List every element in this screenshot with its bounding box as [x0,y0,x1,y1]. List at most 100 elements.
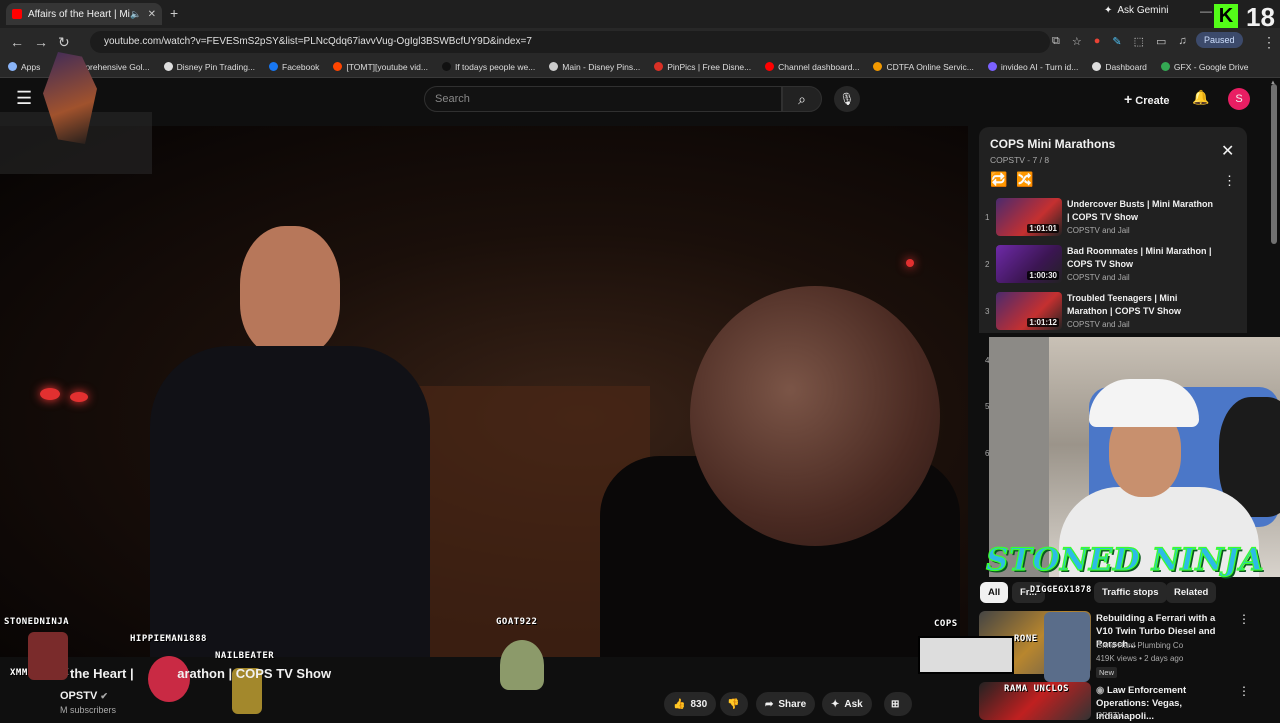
recommendation-views: 419K views • 2 days ago [1096,654,1184,663]
address-toolbar: ← → ↻ youtube.com/watch?v=FEVESmS2pSY&li… [0,28,1280,56]
ask-button[interactable]: ✦ Ask [822,692,872,716]
bookmark-favicon-icon [765,62,775,71]
ask-gemini-label: Ask Gemini [1117,5,1169,16]
reload-icon[interactable]: ↻ [58,34,70,51]
browser-tab[interactable]: Affairs of the Heart | Mini Marathon 🔈 ✕ [6,3,162,25]
hamburger-menu-icon[interactable]: ☰ [16,88,32,109]
thumbs-up-icon: 👍 [673,698,686,710]
playlist-item-title[interactable]: Bad Roommates | Mini Marathon | COPS TV … [1067,245,1217,271]
bookmark-item[interactable]: GFX - Google Drive [1160,61,1249,72]
bookmark-item[interactable]: Dashboard [1092,62,1147,72]
minimize-icon[interactable]: — [1200,4,1212,18]
youtube-masthead: ☰ Search ⌕ 🎙 + Create 🔔 S [0,78,1280,122]
bookmark-item[interactable]: Apps [8,62,40,72]
bookmark-item[interactable]: CDTFA Online Servic... [873,62,974,72]
bookmark-item[interactable]: invideo AI - Turn id... [987,62,1078,72]
bookmark-label: Main - Disney Pins... [562,61,641,72]
streamer-webcam [989,337,1280,577]
back-arrow-icon[interactable]: ← [10,34,24,50]
video-street-light [906,259,914,267]
bookmark-favicon-icon [987,62,997,71]
playlist-item[interactable]: 3 1:01:12 Troubled Teenagers | Mini Mara… [979,290,1247,333]
bookmark-item[interactable]: PinPics | Free Disne... [654,62,751,72]
extension-pen-icon[interactable]: ✎ [1112,35,1121,48]
playlist-item-channel: COPSTV and Jail [1067,320,1130,329]
ask-gemini-button[interactable]: ✦ Ask Gemini [1104,5,1169,16]
video-officer-head [240,226,340,356]
address-bar-url[interactable]: youtube.com/watch?v=FEVESmS2pSY&list=PLN… [90,31,1050,53]
recommendation-channel[interactable]: OPSTV [1096,711,1123,720]
extension-red-icon[interactable]: ● [1094,35,1101,48]
more-options-icon[interactable]: ⋮ [1223,173,1236,189]
playlist-panel: COPS Mini Marathons COPSTV - 7 / 8 ✕ 🔁 🔀… [979,127,1247,333]
overlay-username: RONE [1014,634,1038,644]
playlist-item-thumbnail[interactable]: 1:00:30 [996,245,1062,283]
playlist-item-thumbnail[interactable]: 1:01:01 [996,198,1062,236]
playlist-item-title[interactable]: Undercover Busts | Mini Marathon | COPS … [1067,198,1217,224]
playlist-title[interactable]: COPS Mini Marathons [990,137,1115,151]
browser-menu-icon[interactable]: ⋮ [1262,34,1276,51]
more-options-icon[interactable]: ⋮ [1238,612,1250,626]
save-button[interactable]: ⊞ [884,692,912,716]
bookmark-item[interactable]: Disney Pin Trading... [163,61,256,72]
bookmark-favicon-icon [333,62,343,71]
verified-check-icon: ✔ [100,691,108,701]
close-tab-icon[interactable]: ✕ [148,9,156,20]
video-officer-figure [150,226,430,657]
bookmark-item[interactable]: Facebook [269,62,319,72]
playlist-item-title[interactable]: Troubled Teenagers | Mini Marathon | COP… [1067,292,1217,318]
install-app-icon[interactable]: ⧉ [1052,35,1060,48]
extensions-puzzle-icon[interactable]: ⬚ [1134,35,1144,48]
chip-all[interactable]: All [980,582,1009,603]
share-button[interactable]: ➦ Share [756,692,816,716]
live-icon: ◉ [1096,685,1107,696]
bookmark-item[interactable]: Main - Disney Pins... [549,62,640,72]
gemini-icon: ✦ [1104,5,1113,16]
create-button[interactable]: + Create [1124,91,1170,107]
overlay-robot-sprite [1044,612,1090,682]
media-control-icon[interactable]: ♫ [1178,35,1186,48]
channel-name[interactable]: OPSTV ✔ [60,690,108,702]
overlay-username: GOAT922 [496,617,538,627]
split-view-icon[interactable]: ▭ [1156,35,1166,48]
bookmark-favicon-icon [549,62,559,71]
page-scrollbar[interactable] [1271,84,1277,244]
bookmark-item[interactable]: [TOMT][youtube vid... [333,62,428,72]
search-button[interactable]: ⌕ [782,86,822,112]
bookmark-star-icon[interactable]: ☆ [1072,35,1082,48]
recommendation-channel[interactable]: Grind Hard Plumbing Co [1096,641,1183,650]
search-input[interactable]: Search [424,86,782,112]
chip-traffic-stops[interactable]: Traffic stops [1094,582,1167,603]
bookmark-label: GFX - Google Drive [1173,61,1249,72]
create-label: Create [1135,95,1170,107]
close-icon[interactable]: ✕ [1221,141,1234,161]
bookmark-item[interactable]: Channel dashboard... [765,62,859,72]
bookmark-label: Disney Pin Trading... [176,61,256,72]
playlist-item[interactable]: 1 1:01:01 Undercover Busts | Mini Marath… [979,196,1247,242]
dislike-button[interactable]: 👎 [720,692,748,716]
account-avatar[interactable]: S [1228,88,1250,110]
browser-tabstrip: Affairs of the Heart | Mini Marathon 🔈 ✕… [0,0,1280,32]
video-player[interactable] [0,126,968,657]
profile-paused-button[interactable]: Paused [1196,32,1243,48]
bookmark-item[interactable]: If todays people we... [441,62,535,72]
forward-arrow-icon[interactable]: → [34,34,48,50]
channel-name-label: OPSTV [60,690,98,702]
video-car-light [40,388,60,400]
notifications-bell-icon[interactable]: 🔔 [1192,89,1209,106]
new-tab-button[interactable]: + [170,5,178,21]
video-car-light [70,392,88,402]
more-options-icon[interactable]: ⋮ [1238,684,1250,698]
playlist-item[interactable]: 2 1:00:30 Bad Roommates | Mini Marathon … [979,243,1247,289]
playlist-item-channel: COPSTV and Jail [1067,273,1130,282]
tab-title: Affairs of the Heart | Mini Marathon [28,8,130,20]
voice-search-button[interactable]: 🎙 [834,86,860,112]
loop-icon[interactable]: 🔁 [990,171,1007,188]
video-officer-body [150,346,430,657]
like-button[interactable]: 👍 830 [664,692,717,716]
shuffle-icon[interactable]: 🔀 [1016,171,1033,188]
playlist-item-thumbnail[interactable]: 1:01:12 [996,292,1062,330]
playlist-item-duration: 1:00:30 [1027,271,1059,280]
bookmark-favicon-icon [441,62,451,71]
chip-related[interactable]: Related [1166,582,1217,603]
